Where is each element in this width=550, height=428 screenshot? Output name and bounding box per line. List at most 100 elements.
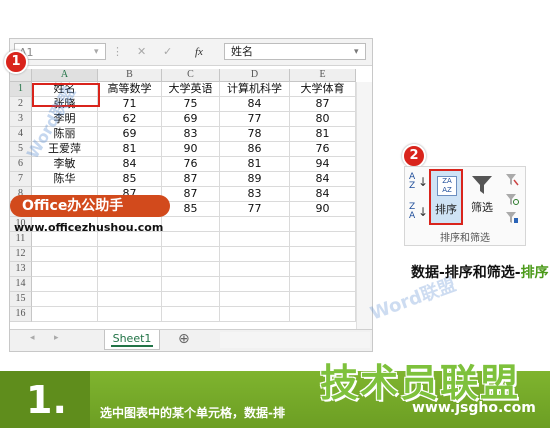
table-cell[interactable] bbox=[162, 277, 220, 292]
table-cell[interactable]: 77 bbox=[220, 112, 290, 127]
table-cell[interactable]: 84 bbox=[290, 187, 356, 202]
table-cell[interactable]: 71 bbox=[98, 97, 162, 112]
table-cell[interactable] bbox=[290, 292, 356, 307]
table-cell[interactable]: 81 bbox=[220, 157, 290, 172]
reapply-filter-icon[interactable] bbox=[505, 193, 519, 206]
table-cell[interactable]: 94 bbox=[290, 157, 356, 172]
table-cell[interactable] bbox=[290, 262, 356, 277]
table-cell[interactable] bbox=[220, 292, 290, 307]
row-header[interactable]: 14 bbox=[10, 277, 32, 292]
table-cell[interactable] bbox=[162, 217, 220, 232]
table-cell[interactable]: 76 bbox=[162, 157, 220, 172]
table-cell[interactable]: 大学英语 bbox=[162, 82, 220, 97]
table-cell[interactable]: 78 bbox=[220, 127, 290, 142]
row-header[interactable]: 15 bbox=[10, 292, 32, 307]
table-cell[interactable]: 87 bbox=[162, 187, 220, 202]
cancel-icon[interactable]: ✕ bbox=[137, 43, 146, 61]
table-cell[interactable]: 81 bbox=[290, 127, 356, 142]
table-cell[interactable] bbox=[32, 307, 98, 322]
name-box-dropdown-icon[interactable]: ▾ bbox=[94, 43, 99, 61]
expand-formula-icon[interactable]: ▾ bbox=[354, 43, 359, 61]
table-cell[interactable] bbox=[98, 292, 162, 307]
table-cell[interactable]: 84 bbox=[98, 157, 162, 172]
table-cell[interactable] bbox=[162, 247, 220, 262]
advanced-filter-icon[interactable] bbox=[505, 211, 519, 224]
row-header[interactable]: 3 bbox=[10, 112, 32, 127]
prev-sheet-icon[interactable]: ◂ bbox=[30, 333, 35, 343]
table-cell[interactable] bbox=[32, 277, 98, 292]
insert-function-icon[interactable]: fx bbox=[195, 43, 203, 61]
table-cell[interactable]: 69 bbox=[98, 127, 162, 142]
formula-input[interactable]: 姓名 bbox=[224, 43, 366, 60]
table-cell[interactable] bbox=[98, 262, 162, 277]
table-cell[interactable]: 86 bbox=[220, 142, 290, 157]
table-cell[interactable] bbox=[98, 232, 162, 247]
row-header[interactable]: 13 bbox=[10, 262, 32, 277]
table-cell[interactable] bbox=[220, 277, 290, 292]
row-header[interactable]: 7 bbox=[10, 172, 32, 187]
table-cell[interactable] bbox=[32, 232, 98, 247]
column-header-a[interactable]: A bbox=[32, 69, 98, 82]
sort-button[interactable]: ZA AZ 排序 bbox=[429, 169, 463, 225]
row-header[interactable]: 1 bbox=[10, 82, 32, 97]
column-header-b[interactable]: B bbox=[98, 69, 162, 82]
column-header-e[interactable]: E bbox=[290, 69, 356, 82]
row-header[interactable]: 16 bbox=[10, 307, 32, 322]
table-cell[interactable] bbox=[32, 247, 98, 262]
table-cell[interactable]: 90 bbox=[162, 142, 220, 157]
filter-button[interactable]: 筛选 bbox=[467, 199, 497, 215]
table-cell[interactable] bbox=[32, 262, 98, 277]
row-header[interactable]: 11 bbox=[10, 232, 32, 247]
table-cell[interactable] bbox=[220, 307, 290, 322]
table-cell[interactable]: 75 bbox=[162, 97, 220, 112]
table-cell[interactable]: 87 bbox=[290, 97, 356, 112]
table-cell[interactable] bbox=[290, 232, 356, 247]
table-cell[interactable] bbox=[98, 247, 162, 262]
row-header[interactable]: 6 bbox=[10, 157, 32, 172]
add-sheet-icon[interactable]: ⊕ bbox=[178, 331, 190, 347]
vertical-scrollbar[interactable] bbox=[356, 82, 372, 329]
sheet-tab[interactable]: Sheet1 bbox=[104, 330, 160, 350]
table-cell[interactable]: 85 bbox=[98, 172, 162, 187]
clear-filter-icon[interactable] bbox=[505, 173, 519, 186]
table-cell[interactable] bbox=[290, 217, 356, 232]
table-cell[interactable]: 81 bbox=[98, 142, 162, 157]
name-box[interactable]: A1 bbox=[14, 43, 106, 60]
table-cell[interactable] bbox=[220, 247, 290, 262]
table-cell[interactable]: 90 bbox=[290, 202, 356, 217]
table-cell[interactable]: 80 bbox=[290, 112, 356, 127]
row-header[interactable]: 12 bbox=[10, 247, 32, 262]
table-cell[interactable] bbox=[162, 292, 220, 307]
column-header-c[interactable]: C bbox=[162, 69, 220, 82]
row-header[interactable]: 2 bbox=[10, 97, 32, 112]
table-cell[interactable]: 87 bbox=[162, 172, 220, 187]
table-cell[interactable]: 陈华 bbox=[32, 172, 98, 187]
table-cell[interactable] bbox=[32, 292, 98, 307]
table-cell[interactable]: 83 bbox=[162, 127, 220, 142]
table-cell[interactable] bbox=[162, 232, 220, 247]
next-sheet-icon[interactable]: ▸ bbox=[54, 333, 59, 343]
table-cell[interactable]: 83 bbox=[220, 187, 290, 202]
table-cell[interactable] bbox=[98, 307, 162, 322]
table-cell[interactable] bbox=[290, 307, 356, 322]
table-cell[interactable]: 76 bbox=[290, 142, 356, 157]
confirm-icon[interactable]: ✓ bbox=[163, 43, 172, 61]
table-cell[interactable]: 计算机科学 bbox=[220, 82, 290, 97]
table-cell[interactable]: 85 bbox=[162, 202, 220, 217]
table-cell[interactable]: 84 bbox=[290, 172, 356, 187]
table-cell[interactable] bbox=[220, 262, 290, 277]
sort-descending-icon[interactable]: Z A bbox=[409, 203, 415, 221]
table-cell[interactable] bbox=[290, 277, 356, 292]
table-cell[interactable] bbox=[162, 262, 220, 277]
table-cell[interactable]: 77 bbox=[220, 202, 290, 217]
table-cell[interactable]: 89 bbox=[220, 172, 290, 187]
table-cell[interactable] bbox=[220, 217, 290, 232]
horizontal-scrollbar[interactable] bbox=[220, 332, 370, 348]
table-cell[interactable]: 高等数学 bbox=[98, 82, 162, 97]
table-cell[interactable]: 大学体育 bbox=[290, 82, 356, 97]
sort-ascending-icon[interactable]: A Z bbox=[409, 173, 415, 191]
table-cell[interactable] bbox=[98, 277, 162, 292]
table-cell[interactable]: 84 bbox=[220, 97, 290, 112]
table-cell[interactable] bbox=[220, 232, 290, 247]
table-cell[interactable]: 69 bbox=[162, 112, 220, 127]
